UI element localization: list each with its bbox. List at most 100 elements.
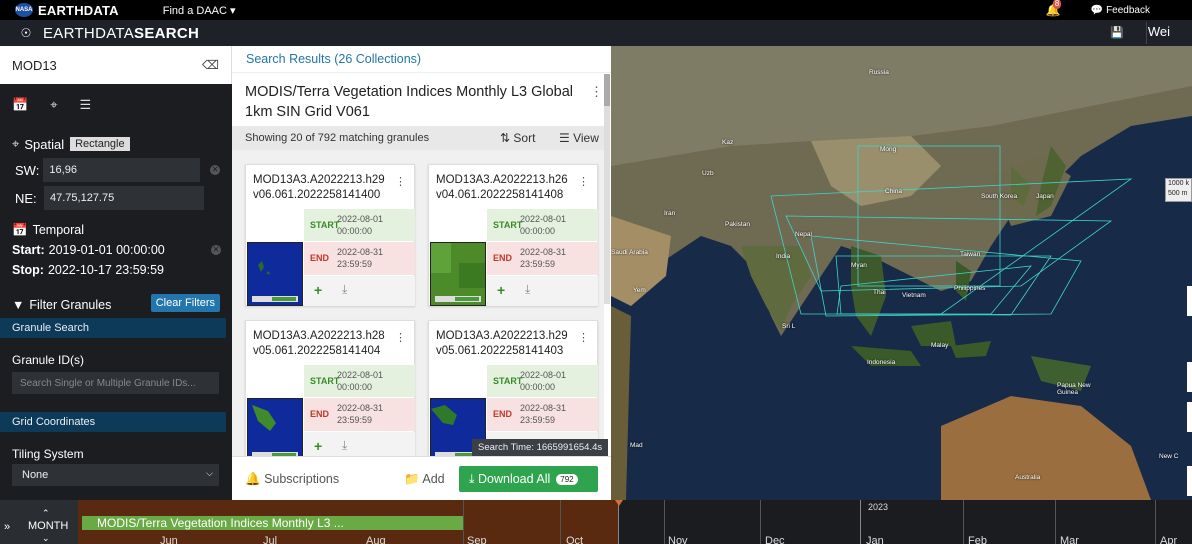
- search-results-link[interactable]: Search Results (26 Collections): [232, 46, 611, 73]
- granule-card[interactable]: MOD13A3.A2022213.h29 v05.061.202225814140…: [428, 320, 598, 456]
- ne-input[interactable]: 47.75,127.75: [44, 186, 204, 210]
- add-granule-button[interactable]: +: [314, 282, 322, 298]
- panel-scroll-thumb[interactable]: [604, 74, 610, 106]
- collapse-timeline-icon[interactable]: »: [4, 521, 10, 533]
- stop-value: 2022-10-17 23:59:59: [47, 263, 165, 277]
- map-label: Uzb: [702, 170, 714, 177]
- map-control[interactable]: [1187, 466, 1192, 496]
- download-icon[interactable]: ⤓: [342, 438, 347, 453]
- timeline-tick: [860, 500, 861, 544]
- granule-end: END 2022-08-31 23:59:59: [304, 242, 415, 275]
- granule-more-icon[interactable]: ⋮: [395, 331, 406, 344]
- download-all-button[interactable]: ⤓ Download All 792: [459, 466, 598, 492]
- sort-button[interactable]: ⇅ Sort: [500, 131, 535, 145]
- zoom-down-icon[interactable]: ⌄: [42, 533, 50, 544]
- timeline-focus-marker[interactable]: [615, 500, 623, 506]
- map-label: Sri L: [782, 323, 796, 330]
- granule-start: START 2022-08-01 00:00:00: [487, 365, 598, 397]
- eraser-icon[interactable]: ⌫: [202, 58, 219, 72]
- panel-scrollbar[interactable]: [604, 74, 610, 304]
- remove-spatial-icon[interactable]: ✕: [210, 165, 221, 175]
- user-menu[interactable]: Wei: [1148, 24, 1170, 39]
- add-granule-button[interactable]: +: [497, 282, 505, 298]
- granule-ids-input[interactable]: Search Single or Multiple Granule IDs...: [12, 372, 219, 394]
- spatial-label: Spatial: [24, 136, 65, 152]
- timeline-tick: [1055, 500, 1056, 544]
- collection-more-icon[interactable]: ⋮: [590, 84, 603, 100]
- granule-card[interactable]: MOD13A3.A2022213.h29 v06.061.202225814140…: [245, 164, 415, 306]
- timeline-collection-bar[interactable]: MODIS/Terra Vegetation Indices Monthly L…: [82, 516, 463, 530]
- timeline-month: Dec: [765, 535, 785, 544]
- spatial-section: ⌖ Spatial Rectangle SW: 16,96 ✕ NE: 47.7…: [0, 126, 232, 210]
- granule-more-icon[interactable]: ⋮: [395, 175, 406, 188]
- add-to-project-button[interactable]: 📁 Add: [404, 472, 445, 487]
- download-count-badge: 792: [556, 473, 578, 485]
- remove-temporal-icon[interactable]: ✕: [211, 245, 221, 255]
- map-control[interactable]: [1187, 402, 1192, 432]
- timeline-month: Nov: [668, 535, 688, 544]
- nasa-logo[interactable]: NASA: [15, 3, 33, 17]
- add-granule-button[interactable]: +: [314, 438, 322, 454]
- granule-more-icon[interactable]: ⋮: [578, 175, 589, 188]
- granule-actions: + ⤓: [487, 276, 598, 306]
- timeline[interactable]: » ⌃ MONTH ⌄ MODIS/Terra Vegetation Indic…: [0, 500, 1192, 544]
- clear-filters-button[interactable]: Clear Filters: [150, 294, 220, 312]
- nasa-meatball-icon[interactable]: ☉: [15, 25, 37, 41]
- timeline-tick: [618, 500, 619, 544]
- start-label: Start:: [12, 243, 45, 257]
- map-label: Philippines: [954, 285, 986, 292]
- map-label: Papua New Guinea: [1057, 382, 1091, 396]
- calendar-icon[interactable]: 📅: [12, 97, 28, 113]
- map-label: South Korea: [981, 193, 1018, 200]
- temporal-start-row[interactable]: Start: 2019-01-01 00:00:00 ✕: [12, 240, 221, 260]
- map-control[interactable]: [1187, 362, 1192, 392]
- download-all-label: Download All: [478, 472, 551, 486]
- granule-start: START 2022-08-01 00:00:00: [487, 209, 598, 241]
- granule-end: END 2022-08-31 23:59:59: [487, 398, 598, 431]
- map-label: China: [885, 188, 902, 195]
- results-footer: 🔔 Subscriptions 📁 Add ⤓ Download All 792: [232, 456, 611, 500]
- earthdata-brand[interactable]: EARTHDATA: [38, 3, 119, 18]
- download-icon[interactable]: ⤓: [525, 282, 530, 297]
- zoom-up-icon[interactable]: ⌃: [42, 508, 50, 519]
- keyword-search-value: MOD13: [12, 57, 57, 73]
- download-icon[interactable]: ⤓: [342, 282, 347, 297]
- view-button[interactable]: ☰ View: [559, 131, 599, 145]
- temporal-stop-row[interactable]: Stop: 2022-10-17 23:59:59: [12, 260, 220, 280]
- map-view[interactable]: Russia Mong China South Korea Japan Iran…: [611, 46, 1192, 500]
- granule-id: MOD13A3.A2022213.h28 v05.061.202225814140…: [253, 330, 385, 357]
- map-scale: 1000 k 500 m: [1165, 178, 1192, 202]
- crop-icon[interactable]: ⌖: [50, 97, 57, 113]
- save-project-icon[interactable]: 💾: [1110, 26, 1124, 39]
- granule-thumbnail[interactable]: [247, 398, 303, 456]
- folder-plus-icon: 📁: [404, 472, 420, 486]
- map-label: Nepal: [795, 231, 812, 238]
- granule-thumbnail[interactable]: [430, 242, 486, 306]
- granule-card[interactable]: MOD13A3.A2022213.h26 v04.061.202225814140…: [428, 164, 598, 306]
- map-label: Mad: [630, 442, 643, 449]
- find-daac-menu[interactable]: Find a DAAC ▾: [163, 4, 236, 17]
- granule-thumbnail[interactable]: [247, 242, 303, 306]
- app-title[interactable]: EARTHDATASEARCH: [43, 25, 199, 42]
- chevron-down-icon: ⌵: [206, 468, 213, 478]
- notifications-button[interactable]: 🔔 8: [1046, 0, 1062, 17]
- granule-search-section[interactable]: Granule Search: [0, 318, 226, 338]
- tiling-system-label: Tiling System: [12, 447, 84, 461]
- feedback-link[interactable]: 💬 Feedback: [1091, 5, 1150, 16]
- granule-actions: + ⤓: [304, 432, 415, 456]
- chat-bubble-icon: 💬: [1090, 4, 1104, 16]
- map-label: Russia: [869, 69, 889, 76]
- sw-input[interactable]: 16,96: [43, 158, 201, 182]
- map-label: Thai: [873, 289, 886, 296]
- timeline-month: Sep: [467, 535, 487, 544]
- granule-count-text: Showing 20 of 792 matching granules: [245, 132, 430, 144]
- granule-more-icon[interactable]: ⋮: [578, 331, 589, 344]
- keyword-search-input[interactable]: MOD13 ⌫: [0, 46, 232, 84]
- map-control[interactable]: [1187, 286, 1192, 316]
- sliders-icon[interactable]: ☰: [80, 97, 92, 113]
- grid-coordinates-section[interactable]: Grid Coordinates: [0, 412, 226, 432]
- spatial-tools-row: 📅 ⌖ ☰: [0, 84, 232, 126]
- granule-card[interactable]: MOD13A3.A2022213.h28 v05.061.202225814140…: [245, 320, 415, 456]
- tiling-system-select[interactable]: None ⌵: [12, 464, 219, 486]
- subscriptions-button[interactable]: 🔔 Subscriptions: [245, 472, 339, 487]
